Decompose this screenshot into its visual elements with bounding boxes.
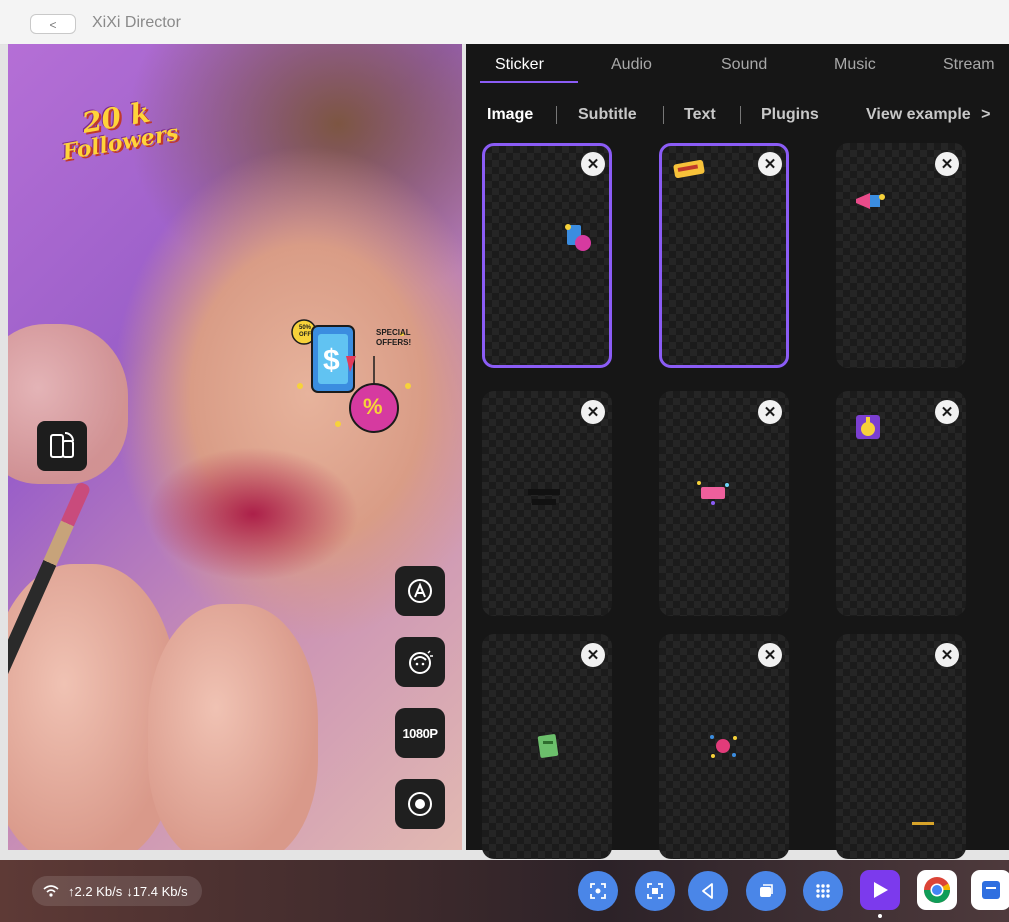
- beauty-filter-button[interactable]: [395, 637, 445, 687]
- upload-speed: ↑2.2 Kb/s: [68, 883, 123, 899]
- subtab-subtitle[interactable]: Subtitle: [578, 106, 637, 124]
- remove-sticker-icon[interactable]: ✕: [935, 643, 959, 667]
- remove-sticker-icon[interactable]: ✕: [935, 152, 959, 176]
- subtab-divider: [556, 106, 557, 124]
- system-taskbar: ↑2.2 Kb/s ↓17.4 Kb/s: [0, 860, 1009, 922]
- rotate-screen-button[interactable]: [37, 421, 87, 471]
- dark-text-sticker-icon: [528, 489, 560, 505]
- green-card-sticker-icon: [537, 734, 559, 758]
- nav-recents-button[interactable]: [746, 871, 786, 911]
- subtab-plugins[interactable]: Plugins: [761, 106, 819, 124]
- offer-line2-text: OFFERS!: [376, 338, 412, 347]
- offer-line1-text: SPECIAL: [376, 328, 411, 337]
- window-title: XiXi Director: [92, 14, 181, 31]
- sticker-tile[interactable]: ✕: [482, 391, 612, 616]
- resolution-label: 1080P: [402, 725, 438, 741]
- tab-sticker[interactable]: Sticker: [495, 56, 544, 74]
- chevron-right-icon: >: [981, 106, 991, 123]
- rotate-screen-icon: [50, 432, 74, 458]
- gift-sticker-icon: [856, 415, 880, 439]
- remove-sticker-icon[interactable]: ✕: [758, 152, 782, 176]
- pen-circle-icon: [408, 579, 432, 603]
- active-app-dot: [878, 914, 882, 918]
- tab-stream[interactable]: Stream: [943, 56, 995, 74]
- record-button[interactable]: [395, 779, 445, 829]
- asset-panel: Sticker Audio Sound Music Stream Image S…: [466, 44, 1009, 859]
- sticker-tile[interactable]: ✕: [659, 143, 789, 368]
- offer-dollar-text: $: [323, 344, 340, 377]
- chrome-icon: [923, 877, 951, 904]
- nav-back-button[interactable]: [688, 871, 728, 911]
- notes-app[interactable]: [971, 870, 1009, 910]
- followers-sticker[interactable]: 20 k Followers: [55, 94, 182, 166]
- wifi-icon: [43, 885, 59, 897]
- back-button[interactable]: <: [30, 14, 76, 34]
- hand-image: [148, 604, 318, 850]
- app-grid-icon: [816, 884, 830, 898]
- back-icon: [702, 883, 713, 899]
- remove-sticker-icon[interactable]: ✕: [758, 643, 782, 667]
- screen-record-button[interactable]: [635, 871, 675, 911]
- view-example-link[interactable]: View example >: [866, 106, 990, 124]
- sticker-subtabs: Image Subtitle Text Plugins View example…: [466, 102, 1009, 128]
- xixi-director-app[interactable]: [860, 870, 900, 910]
- subtab-divider: [740, 106, 741, 124]
- sticker-tile[interactable]: ✕: [836, 143, 966, 368]
- gold-line-sticker-icon: [912, 822, 934, 825]
- sticker-tile[interactable]: ✕: [659, 391, 789, 616]
- category-tabs: Sticker Audio Sound Music Stream: [466, 44, 1009, 86]
- remove-sticker-icon[interactable]: ✕: [581, 400, 605, 424]
- megaphone-sticker-icon: [856, 193, 885, 209]
- video-preview[interactable]: 20 k Followers 50% OFF SPECIAL OFFERS! $…: [8, 44, 462, 850]
- active-tab-indicator: [480, 81, 578, 83]
- remove-sticker-icon[interactable]: ✕: [758, 400, 782, 424]
- notes-icon: [982, 881, 1000, 899]
- remove-sticker-icon[interactable]: ✕: [581, 643, 605, 667]
- tab-music[interactable]: Music: [834, 56, 876, 74]
- offer-badge-text: 50% OFF: [298, 325, 311, 338]
- screenshot-button[interactable]: [578, 871, 618, 911]
- pink-banner-sticker-icon: [697, 481, 729, 505]
- subtab-image[interactable]: Image: [487, 106, 533, 124]
- sale-tablet-sticker-icon: [565, 224, 591, 251]
- pen-mode-button[interactable]: [395, 566, 445, 616]
- followers-text-sticker-icon: [673, 159, 705, 179]
- subtab-divider: [663, 106, 664, 124]
- sticker-tile[interactable]: ✕: [836, 391, 966, 616]
- record-icon: [408, 792, 432, 816]
- tab-sound[interactable]: Sound: [721, 56, 767, 74]
- app-drawer-button[interactable]: [803, 871, 843, 911]
- title-bar: < XiXi Director: [0, 0, 1009, 45]
- screen-record-icon: [647, 883, 663, 899]
- sticker-tile[interactable]: ✕: [482, 634, 612, 859]
- screenshot-icon: [590, 883, 606, 899]
- face-beauty-icon: [409, 650, 433, 674]
- special-offer-sticker[interactable]: 50% OFF SPECIAL OFFERS! $ %: [290, 316, 416, 436]
- offer-percent-text: %: [363, 394, 383, 419]
- view-example-label: View example: [866, 106, 971, 123]
- download-speed: ↓17.4 Kb/s: [126, 883, 188, 899]
- tab-audio[interactable]: Audio: [611, 56, 652, 74]
- sticker-tile[interactable]: ✕: [659, 634, 789, 859]
- confetti-sticker-icon: [710, 735, 737, 758]
- sticker-tile[interactable]: ✕: [836, 634, 966, 859]
- subtab-text[interactable]: Text: [684, 106, 716, 124]
- chrome-app[interactable]: [917, 870, 957, 910]
- remove-sticker-icon[interactable]: ✕: [581, 152, 605, 176]
- resolution-button[interactable]: 1080P: [395, 708, 445, 758]
- sticker-tile[interactable]: ✕: [482, 143, 612, 368]
- xixi-director-icon: [874, 882, 888, 898]
- recents-icon: [760, 884, 773, 897]
- remove-sticker-icon[interactable]: ✕: [935, 400, 959, 424]
- network-status: ↑2.2 Kb/s ↓17.4 Kb/s: [32, 876, 202, 906]
